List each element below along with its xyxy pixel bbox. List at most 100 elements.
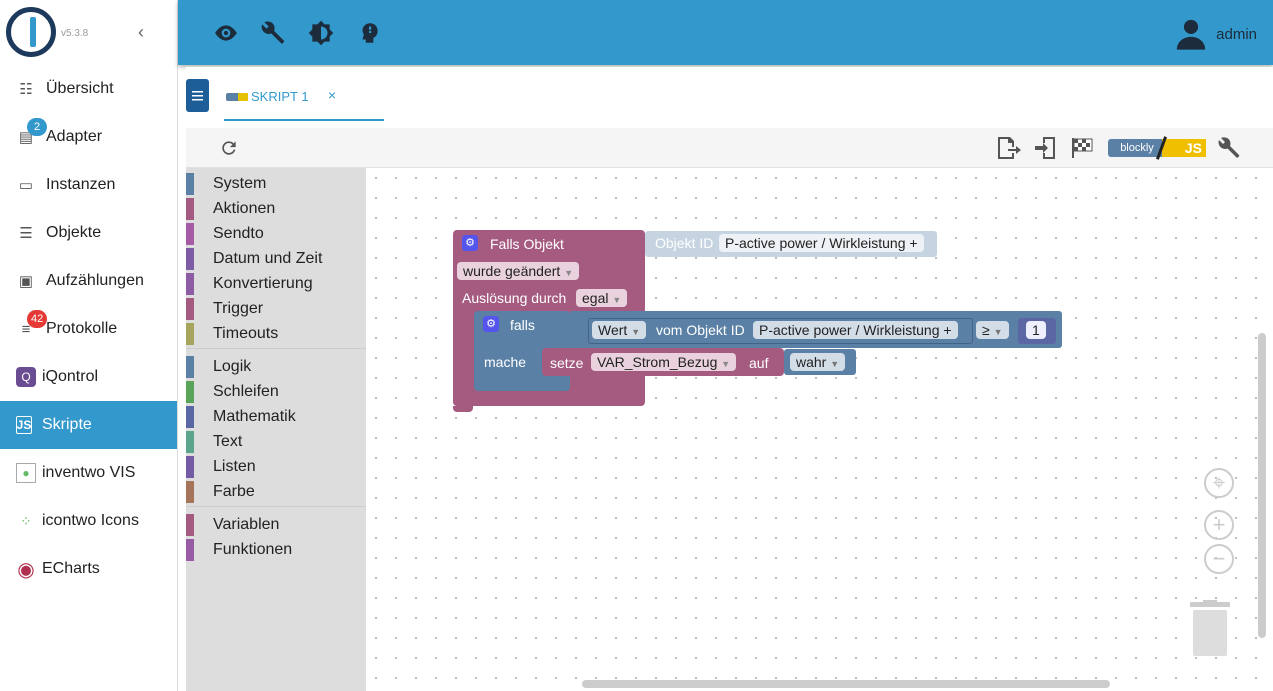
category-label: Listen (213, 458, 256, 475)
sidebar-item-label: Instanzen (46, 176, 116, 193)
brightness-icon[interactable] (308, 20, 334, 46)
category-timeouts[interactable]: Timeouts (186, 323, 366, 347)
collapse-sidebar-icon[interactable]: ‹ (138, 22, 144, 43)
category-label: System (213, 175, 267, 192)
sidebar-item-label: Adapter (46, 128, 103, 145)
set-label: setze (550, 355, 584, 371)
category-label: Farbe (213, 483, 255, 500)
refresh-icon[interactable] (219, 138, 239, 158)
trigger-source-dropdown[interactable]: egal ▼ (576, 289, 628, 307)
dropdown-arrow-icon: ▼ (993, 327, 1003, 337)
category-konvertierung[interactable]: Konvertierung (186, 273, 366, 297)
settings-gear-icon[interactable]: ⚙ (462, 235, 478, 251)
dropdown-arrow-icon: ▼ (564, 268, 574, 278)
tab-skript-1[interactable]: SKRIPT 1 × (224, 79, 384, 121)
category-datum-und-zeit[interactable]: Datum und Zeit (186, 248, 366, 272)
editor-toolbar: blockly JS (186, 128, 1273, 168)
wrench-icon[interactable] (260, 20, 286, 46)
dropdown-arrow-icon: ▼ (631, 327, 641, 337)
username: admin (1216, 25, 1257, 43)
category-sendto[interactable]: Sendto (186, 223, 366, 247)
checkered-flag-icon[interactable] (1069, 136, 1095, 160)
close-tab-icon[interactable]: × (328, 87, 336, 103)
category-color (186, 323, 194, 345)
import-icon[interactable] (1033, 136, 1059, 160)
blockly-icon (226, 93, 248, 101)
condition-of-label: vom Objekt ID (656, 322, 745, 338)
category-variablen[interactable]: Variablen (186, 514, 366, 538)
category-color (186, 198, 194, 220)
trash-icon[interactable] (1188, 600, 1232, 658)
category-listen[interactable]: Listen (186, 456, 366, 480)
sidebar-item-protokolle[interactable]: ≡ 42 Protokolle (0, 305, 177, 353)
horizontal-scrollbar[interactable] (582, 680, 1110, 688)
object-id-label: Objekt ID (655, 235, 714, 251)
sidebar-item-instanzen[interactable]: ▭ Instanzen (0, 161, 177, 209)
category-label: Schleifen (213, 383, 279, 400)
js-label: JS (1162, 139, 1206, 157)
category-funktionen[interactable]: Funktionen (186, 539, 366, 563)
trigger-title: Falls Objekt (490, 236, 564, 252)
condition-attr-dropdown[interactable]: Wert ▼ (592, 321, 647, 339)
object-id-value[interactable]: P-active power / Wirkleistung + (719, 234, 924, 252)
operator-dropdown[interactable]: ≥ ▼ (976, 321, 1009, 339)
category-text[interactable]: Text (186, 431, 366, 455)
boolean-dropdown[interactable]: wahr ▼ (790, 353, 846, 371)
variable-dropdown[interactable]: VAR_Strom_Bezug ▼ (591, 353, 737, 371)
tab-bar: SKRIPT 1 × (186, 67, 1273, 127)
export-icon[interactable] (996, 136, 1022, 160)
category-color (186, 248, 194, 270)
sidebar-item-echarts[interactable]: ◉ ECharts (0, 545, 177, 593)
block-notch (453, 406, 473, 412)
sidebar-item-iqontrol[interactable]: Q iQontrol (0, 353, 177, 401)
number-value[interactable]: 1 (1026, 321, 1046, 339)
sidebar-item-uebersicht[interactable]: ☷ Übersicht (0, 65, 177, 113)
recenter-icon[interactable]: ⌖ (1204, 468, 1234, 498)
if-gear-icon[interactable]: ⚙ (483, 316, 499, 332)
eye-icon[interactable] (213, 20, 239, 46)
category-label: Aktionen (213, 200, 276, 217)
vertical-scrollbar[interactable] (1258, 333, 1266, 638)
category-color (186, 356, 194, 378)
sidebar-item-aufzaehlungen[interactable]: ▣ Aufzählungen (0, 257, 177, 305)
sidebar-item-skripte[interactable]: JS Skripte (0, 401, 177, 449)
logo-row: v5.3.8 ‹ (0, 0, 177, 65)
sidebar-item-inventwo-vis[interactable]: ● inventwo VIS (0, 449, 177, 497)
user-menu[interactable]: admin (1174, 17, 1257, 51)
sidebar-item-icontwo-icons[interactable]: ⁘ icontwo Icons (0, 497, 177, 545)
to-label: auf (749, 355, 769, 371)
category-label: Logik (213, 358, 252, 375)
category-trigger[interactable]: Trigger (186, 298, 366, 322)
boolean-value: wahr (796, 354, 827, 370)
category-system[interactable]: System (186, 173, 366, 197)
category-farbe[interactable]: Farbe (186, 481, 366, 505)
sidebar-item-label: icontwo Icons (42, 512, 139, 529)
category-color (186, 223, 194, 245)
sidebar-item-adapter[interactable]: ▤ 2 Adapter (0, 113, 177, 161)
category-mathematik[interactable]: Mathematik (186, 406, 366, 430)
category-separator (186, 506, 366, 507)
inventwo-icon: ● (16, 463, 36, 483)
blockly-js-toggle[interactable]: blockly JS (1108, 136, 1206, 160)
category-color (186, 273, 194, 295)
category-separator (186, 348, 366, 349)
blockly-workspace[interactable]: Objekt ID P-active power / Wirkleistung … (366, 168, 1273, 691)
category-color (186, 381, 194, 403)
category-aktionen[interactable]: Aktionen (186, 198, 366, 222)
sidebar-item-label: Aufzählungen (46, 272, 144, 289)
sidebar: v5.3.8 ‹ ☷ Übersicht ▤ 2 Adapter ▭ Insta… (0, 0, 178, 691)
category-label: Datum und Zeit (213, 250, 323, 267)
category-schleifen[interactable]: Schleifen (186, 381, 366, 405)
zoom-out-icon[interactable]: − (1204, 544, 1234, 574)
category-label: Variablen (213, 516, 280, 533)
script-list-toggle[interactable] (186, 79, 209, 112)
sidebar-item-objekte[interactable]: ☰ Objekte (0, 209, 177, 257)
category-logik[interactable]: Logik (186, 356, 366, 380)
condition-object-value[interactable]: P-active power / Wirkleistung + (753, 321, 958, 339)
head-icon[interactable] (356, 20, 382, 46)
trigger-event-dropdown[interactable]: wurde geändert ▼ (457, 262, 580, 280)
user-icon (1176, 19, 1206, 50)
settings-wrench-icon[interactable] (1217, 136, 1241, 160)
blockly-toolbox: System Aktionen Sendto Datum und Zeit Ko… (186, 168, 366, 691)
zoom-in-icon[interactable]: + (1204, 510, 1234, 540)
